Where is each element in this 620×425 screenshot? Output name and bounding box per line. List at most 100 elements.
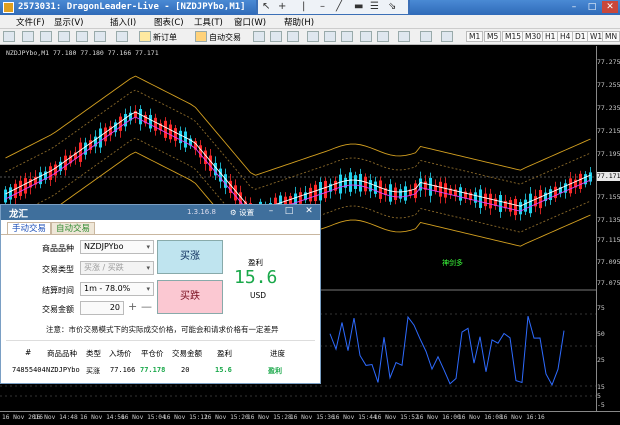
candle-body <box>404 186 407 201</box>
time-label: 16 Nov 14:48 <box>33 414 78 421</box>
menu-tools[interactable]: 工具(T) <box>194 16 223 28</box>
candle-body <box>569 178 572 194</box>
crosshair-icon[interactable]: + <box>278 1 286 12</box>
current-price-tag: 77.171 <box>597 172 620 181</box>
tile-icon[interactable] <box>341 31 353 42</box>
price-label: 75 <box>597 304 605 312</box>
menu-file[interactable]: 文件(F) <box>16 16 45 28</box>
menu-charts[interactable]: 图表(C) <box>154 16 184 28</box>
minus-icon[interactable]: — <box>141 300 152 313</box>
panel-header[interactable]: 龙汇 1.3.16.8 ⚙ 设置 – □ ✕ <box>1 205 320 220</box>
col-header-close: 平仓价 <box>141 349 164 358</box>
new-order-button[interactable]: 新订单 <box>153 32 177 43</box>
candle-body <box>234 185 237 201</box>
panel-maximize-button[interactable]: □ <box>283 206 295 216</box>
currency-label: USD <box>250 291 267 300</box>
timeframe-m15[interactable]: M15 <box>502 31 525 42</box>
cursor-icon[interactable]: ↖ <box>262 1 270 12</box>
candle-body <box>524 199 527 212</box>
candlestick-icon[interactable] <box>270 31 282 42</box>
indicators-icon[interactable] <box>398 31 410 42</box>
periods-icon[interactable] <box>420 31 432 42</box>
candle-body <box>374 181 377 194</box>
candle-body <box>184 131 187 148</box>
timeframe-h1[interactable]: H1 <box>542 31 559 42</box>
drawing-toolbar: ↖ + | – ╱ ▬ ☰ ⇘ <box>256 0 410 16</box>
timeframe-m1[interactable]: M1 <box>466 31 484 42</box>
channel-icon[interactable]: ▬ <box>354 1 363 12</box>
panel-close-button[interactable]: ✕ <box>303 206 315 216</box>
candle-body <box>554 186 557 199</box>
candle-body <box>309 187 312 202</box>
cell-entry: 77.166 <box>110 366 136 374</box>
menu-window[interactable]: 窗口(W) <box>234 16 266 28</box>
price-axis: 77.275 77.255 77.235 77.215 77.195 77.15… <box>596 46 620 411</box>
maximize-button[interactable]: □ <box>584 1 600 13</box>
bar-chart-icon[interactable] <box>253 31 265 42</box>
auto-trading-icon[interactable] <box>195 31 207 42</box>
timeframe-h4[interactable]: H4 <box>557 31 574 42</box>
chevron-down-icon: ▾ <box>146 243 150 251</box>
candle-body <box>439 181 442 197</box>
trade-type-select[interactable]: 买涨 / 买跌 ▾ <box>80 261 154 275</box>
price-label: 77.075 <box>597 279 620 287</box>
minimize-button[interactable]: – <box>566 1 582 13</box>
candle-body <box>64 155 67 171</box>
timeframe-mn[interactable]: MN <box>602 31 620 42</box>
templates-icon[interactable] <box>441 31 453 42</box>
settings-button[interactable]: ⚙ 设置 <box>230 207 254 218</box>
navigator-icon[interactable] <box>76 31 88 42</box>
trendline-icon[interactable]: ╱ <box>336 1 342 12</box>
panel-minimize-button[interactable]: – <box>265 206 277 216</box>
oscillator-line <box>329 315 565 387</box>
zoom-out-icon[interactable] <box>324 31 336 42</box>
fibonacci-icon[interactable]: ☰ <box>370 1 379 12</box>
candle-body <box>14 183 17 199</box>
chevron-down-icon: ▾ <box>146 264 150 272</box>
candle-body <box>529 193 532 214</box>
time-label: 16 Nov 16:00 <box>416 414 461 421</box>
symbol-select[interactable]: NZDJPYbo ▾ <box>80 240 154 254</box>
shapes-icon[interactable]: ⇘ <box>388 1 396 12</box>
timeframe-m30[interactable]: M30 <box>522 31 545 42</box>
new-chart-icon[interactable] <box>3 31 15 42</box>
price-label: 5 <box>597 392 601 400</box>
menu-help[interactable]: 帮助(H) <box>284 16 314 28</box>
candle-body <box>519 202 522 215</box>
menu-view[interactable]: 显示(V) <box>54 16 83 28</box>
col-header-profit: 盈利 <box>217 349 232 358</box>
price-label: 77.135 <box>597 216 620 224</box>
candle-body <box>24 178 27 194</box>
close-button[interactable]: ✕ <box>602 1 618 13</box>
symbol-value: NZDJPYbo <box>84 242 124 251</box>
time-label: 16 Nov 15:36 <box>290 414 335 421</box>
zoom-in-icon[interactable] <box>307 31 319 42</box>
buy-down-button[interactable]: 买跌 <box>157 280 223 314</box>
terminal-icon[interactable] <box>94 31 106 42</box>
new-order-icon[interactable] <box>139 31 151 42</box>
timeframe-m5[interactable]: M5 <box>484 31 502 42</box>
candle-body <box>394 187 397 201</box>
vertical-line-icon[interactable]: | <box>302 1 305 12</box>
plus-icon[interactable]: + <box>128 300 137 313</box>
amount-input[interactable]: 20 <box>80 301 124 315</box>
profiles-icon[interactable] <box>22 31 34 42</box>
expiry-select[interactable]: 1m - 78.0% ▾ <box>80 282 154 296</box>
market-watch-icon[interactable] <box>40 31 52 42</box>
trade-type-label: 交易类型 <box>42 265 74 274</box>
price-label: 50 <box>597 330 605 338</box>
buy-up-button[interactable]: 买涨 <box>157 240 223 274</box>
candle-body <box>379 180 382 199</box>
candle-body <box>369 180 372 192</box>
candle-body <box>354 175 357 189</box>
candle-body <box>209 155 212 171</box>
strategy-tester-icon[interactable] <box>116 31 128 42</box>
auto-trading-button[interactable]: 自动交易 <box>209 32 241 43</box>
candle-body <box>484 193 487 207</box>
line-chart-icon[interactable] <box>287 31 299 42</box>
horizontal-line-icon[interactable]: – <box>320 1 325 12</box>
menu-insert[interactable]: 插入(I) <box>110 16 136 28</box>
autoscroll-icon[interactable] <box>360 31 372 42</box>
data-window-icon[interactable] <box>58 31 70 42</box>
chart-shift-icon[interactable] <box>377 31 389 42</box>
